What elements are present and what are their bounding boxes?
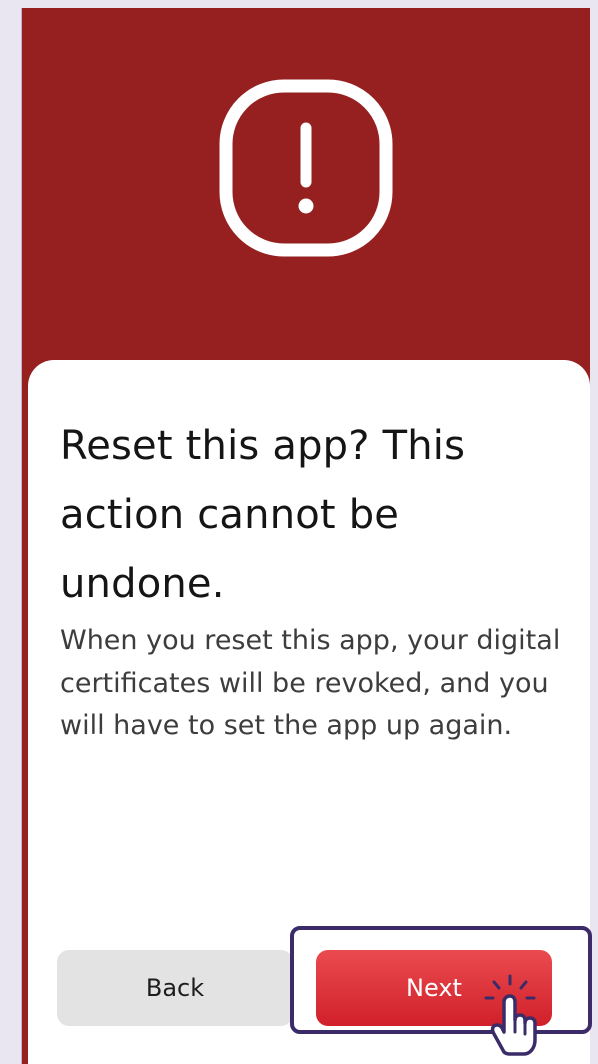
dialog-description: When you reset this app, your digital ce… xyxy=(60,625,561,741)
app-screen: Reset this app? This action cannot be un… xyxy=(22,8,590,1064)
dialog-title: Reset this app? This action cannot be un… xyxy=(60,423,466,607)
next-button[interactable]: Next xyxy=(316,950,552,1026)
back-button-label: Back xyxy=(145,974,205,1002)
alert-exclamation-icon xyxy=(219,79,393,257)
reset-dialog-sheet: Reset this app? This action cannot be un… xyxy=(28,360,590,1064)
next-button-label: Next xyxy=(406,974,462,1002)
back-button[interactable]: Back xyxy=(57,950,293,1026)
